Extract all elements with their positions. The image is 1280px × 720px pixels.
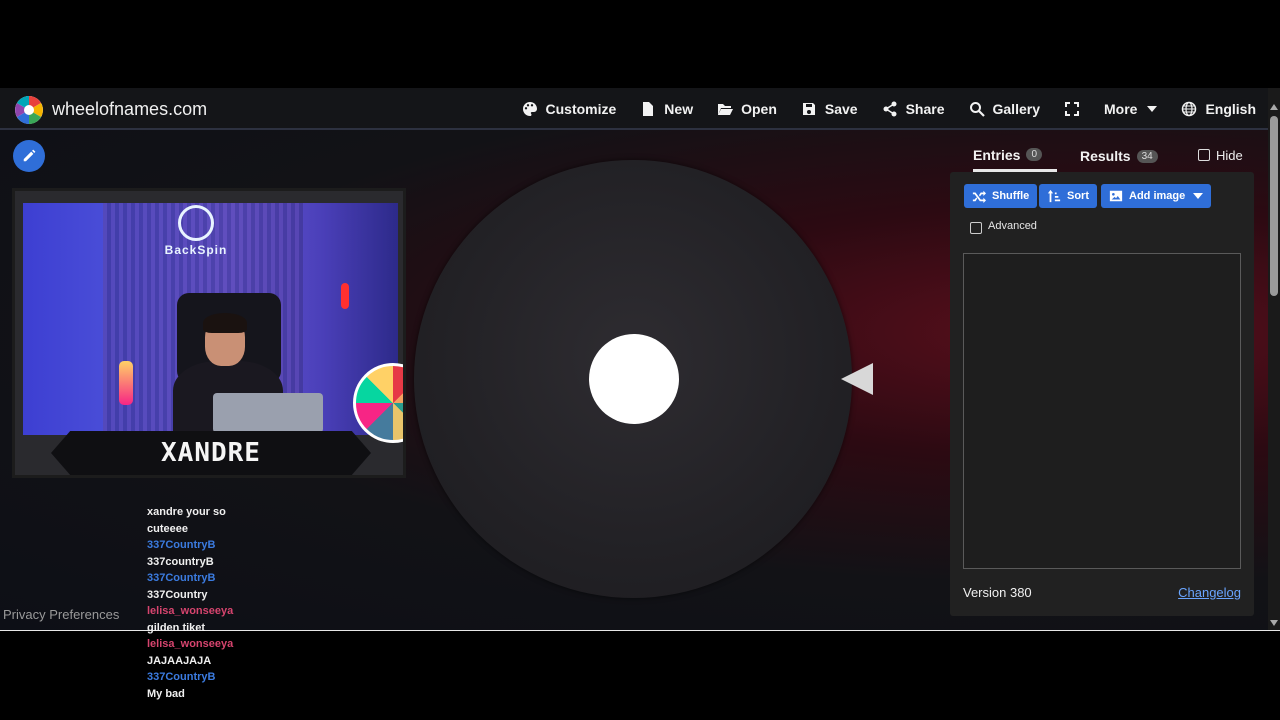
advanced-label: Advanced	[988, 220, 1037, 232]
results-count-badge: 34	[1136, 149, 1158, 163]
fullscreen-button[interactable]	[1052, 88, 1092, 130]
floppy-disk-icon	[802, 103, 815, 115]
new-button[interactable]: New	[628, 88, 705, 130]
wheel-center-button[interactable]	[589, 334, 679, 424]
more-label: More	[1103, 101, 1138, 117]
privacy-preferences-link[interactable]: Privacy Preferences	[3, 607, 119, 622]
top-menu: Customize New Open Save Share Gallery Mo…	[510, 88, 1269, 130]
streamer-nameplate: XANDRE	[51, 431, 371, 475]
shuffle-label: Shuffle	[992, 190, 1030, 202]
chat-username: lelisa_wonseeya	[147, 605, 234, 617]
search-icon	[969, 102, 985, 117]
share-button[interactable]: Share	[870, 88, 957, 130]
share-label: Share	[905, 101, 945, 117]
hide-checkbox[interactable]	[1198, 149, 1210, 161]
edit-button[interactable]	[13, 140, 45, 172]
chat-username: 337CountryB	[147, 539, 216, 551]
fullscreen-icon	[1064, 102, 1079, 116]
chat-message: cuteeee	[147, 522, 188, 535]
pencil-icon	[23, 149, 36, 162]
scroll-down-icon[interactable]	[1270, 620, 1278, 626]
new-label: New	[664, 101, 694, 117]
stream-brand-logo: BackSpin	[151, 205, 241, 257]
hide-label: Hide	[1216, 148, 1243, 163]
chevron-down-icon	[1193, 193, 1204, 199]
file-icon	[643, 102, 654, 116]
top-navbar: wheelofnames.com Customize New Open Save…	[0, 88, 1268, 130]
laptop-image	[213, 393, 323, 433]
language-label: English	[1205, 101, 1256, 117]
advanced-checkbox[interactable]	[970, 222, 982, 234]
entries-count-badge: 0	[1026, 148, 1043, 161]
open-label: Open	[741, 101, 777, 117]
sort-label: Sort	[1067, 190, 1089, 202]
shuffle-button[interactable]: Shuffle	[964, 184, 1038, 208]
changelog-link[interactable]: Changelog	[1178, 585, 1241, 600]
save-label: Save	[824, 101, 858, 117]
chat-message: xandre your so	[147, 506, 226, 518]
add-image-button[interactable]: Add image	[1101, 184, 1212, 208]
tab-entries-label: Entries	[973, 146, 1021, 163]
scroll-up-icon[interactable]	[1270, 104, 1278, 110]
wheel-pointer-icon	[841, 363, 873, 395]
entries-textarea[interactable]	[963, 253, 1241, 569]
spin-wheel-prop	[353, 363, 403, 443]
page-scrollbar[interactable]	[1268, 88, 1280, 630]
add-image-label: Add image	[1129, 190, 1186, 202]
chat-username: lelisa_wonseeya	[147, 638, 234, 650]
webcam-scene: BackSpin	[23, 203, 403, 443]
gallery-label: Gallery	[992, 101, 1040, 117]
more-dropdown[interactable]: More	[1092, 88, 1169, 130]
tab-results[interactable]: Results 34	[1080, 140, 1158, 172]
sort-icon	[1047, 189, 1061, 203]
scrollbar-thumb[interactable]	[1270, 116, 1278, 296]
chat-message: My bad	[147, 687, 185, 700]
version-text: Version 380	[963, 585, 1032, 600]
site-name[interactable]: wheelofnames.com	[52, 99, 207, 120]
stream-chat-overlay: xandre your so cuteeee 337CountryB 337co…	[147, 504, 267, 702]
tab-results-label: Results	[1080, 148, 1131, 164]
language-selector[interactable]: English	[1169, 88, 1268, 130]
image-icon	[1109, 190, 1123, 202]
globe-icon	[1182, 101, 1197, 117]
folder-open-icon	[718, 104, 734, 115]
customize-label: Customize	[545, 101, 617, 117]
wheel-logo-icon[interactable]	[14, 95, 44, 125]
microphone-image	[119, 361, 133, 405]
entries-panel: Shuffle Sort Add image Advanced Version …	[950, 172, 1254, 616]
shuffle-icon	[972, 190, 986, 203]
chat-username: 337CountryB	[147, 671, 216, 683]
tab-entries[interactable]: Entries 0	[973, 140, 1057, 172]
streamer-name: XANDRE	[161, 438, 261, 468]
chat-message: 337Country	[147, 588, 208, 601]
sort-button[interactable]: Sort	[1039, 184, 1097, 208]
webcam-overlay: BackSpin XANDRE	[12, 188, 406, 478]
chat-username: 337CountryB	[147, 572, 216, 584]
customize-button[interactable]: Customize	[510, 88, 629, 130]
chat-message: gilden tiket	[147, 621, 206, 634]
save-button[interactable]: Save	[789, 88, 870, 130]
chevron-down-icon	[1147, 106, 1158, 112]
palette-icon	[522, 102, 537, 116]
letterbox-top	[0, 0, 1280, 88]
open-button[interactable]: Open	[705, 88, 789, 130]
chat-message: 337countryB	[147, 555, 214, 568]
share-icon	[883, 101, 897, 117]
chat-message: JAJAAJAJA	[147, 654, 212, 667]
gallery-button[interactable]: Gallery	[957, 88, 1052, 130]
